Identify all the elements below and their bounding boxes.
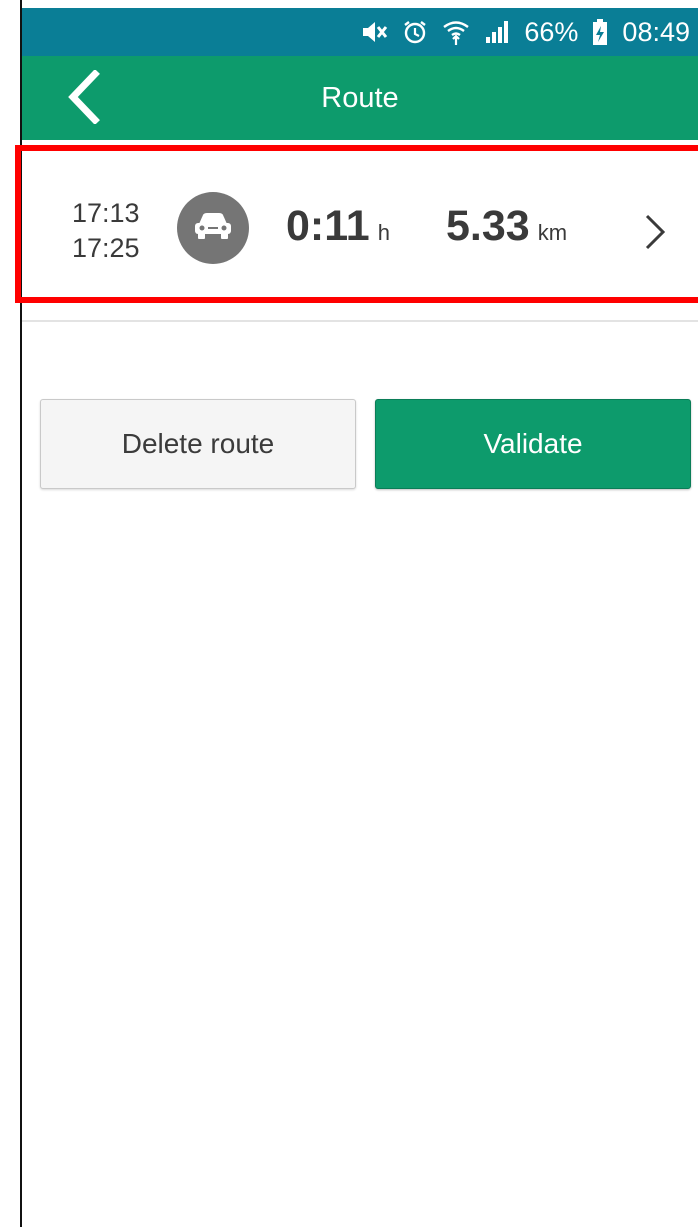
- validate-button[interactable]: Validate: [375, 399, 691, 489]
- back-arrow-icon: [63, 68, 103, 129]
- delete-route-button[interactable]: Delete route: [40, 399, 356, 489]
- back-button[interactable]: [58, 68, 108, 129]
- start-time: 17:13: [72, 198, 140, 228]
- distance-value: 5.33: [446, 202, 530, 250]
- mute-icon: [360, 17, 388, 47]
- transport-mode-badge: [177, 192, 249, 264]
- distance-unit: km: [537, 220, 568, 245]
- car-icon: [192, 210, 234, 247]
- signal-icon: [484, 17, 510, 47]
- route-summary-row[interactable]: 17:13 17:25 0:11 h 5.33 km: [22, 140, 698, 320]
- route-duration: 0:11 h: [286, 202, 390, 251]
- page-title: Route: [321, 81, 399, 114]
- alarm-icon: [402, 17, 428, 47]
- chevron-right-icon[interactable]: [640, 212, 670, 252]
- divider: [22, 320, 698, 322]
- battery-charging-icon: [592, 17, 608, 47]
- route-distance: 5.33 km: [446, 202, 567, 251]
- battery-percent: 66%: [524, 16, 579, 47]
- status-time: 08:49: [622, 16, 690, 47]
- end-time: 17:25: [72, 233, 140, 263]
- status-bar: 66% 08:49: [22, 8, 698, 56]
- duration-unit: h: [377, 220, 390, 245]
- duration-value: 0:11: [286, 202, 370, 250]
- left-margin: [0, 0, 20, 1227]
- top-margin: [0, 0, 698, 8]
- wifi-icon: [442, 17, 470, 47]
- app-bar: Route: [22, 56, 698, 140]
- route-times: 17:13 17:25: [72, 196, 140, 266]
- screen: 66% 08:49 Route 17:13 17:25 0:11 h 5.33 …: [0, 0, 698, 1227]
